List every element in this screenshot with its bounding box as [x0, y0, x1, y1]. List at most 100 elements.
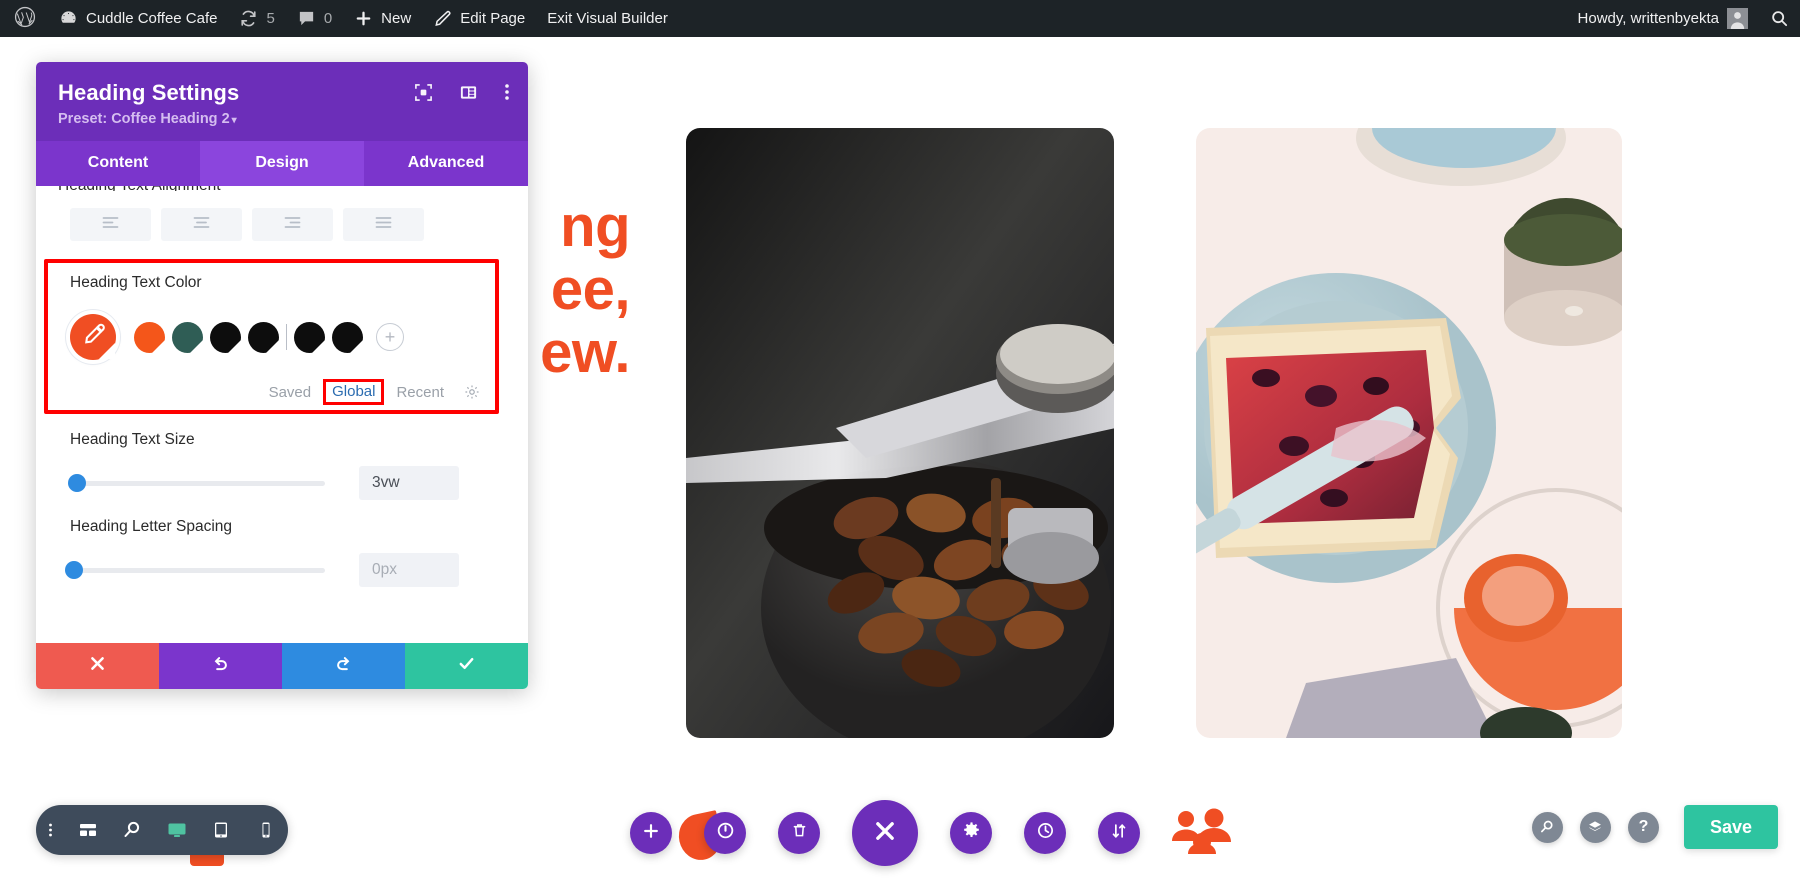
add-section-button[interactable]	[630, 812, 672, 854]
history-button[interactable]	[1024, 812, 1066, 854]
modal-header: Heading Settings Preset: Coffee Heading …	[36, 62, 528, 141]
updates-button[interactable]: 5	[228, 0, 285, 37]
tab-content[interactable]: Content	[36, 141, 200, 186]
swatch-divider	[286, 324, 287, 350]
alignment-button-group	[70, 208, 424, 241]
color-swatch-4[interactable]	[248, 321, 279, 353]
people-button[interactable]	[1172, 808, 1232, 859]
x-icon	[872, 818, 898, 849]
check-icon	[457, 654, 476, 678]
desktop-view-icon[interactable]	[167, 820, 187, 840]
search-circle-icon[interactable]	[1531, 811, 1563, 843]
zoom-view-icon[interactable]	[122, 820, 142, 840]
undo-button[interactable]	[159, 643, 282, 689]
sort-button[interactable]	[1098, 812, 1140, 854]
tab-advanced[interactable]: Advanced	[364, 141, 528, 186]
wireframe-view-icon[interactable]	[78, 820, 98, 840]
preset-selector[interactable]: Preset: Coffee Heading 2 ▾	[58, 111, 506, 127]
tab-design[interactable]: Design	[200, 141, 364, 186]
edit-page-button[interactable]: Edit Page	[422, 0, 536, 37]
exit-visual-builder-label: Exit Visual Builder	[547, 10, 668, 27]
chevron-down-icon: ▾	[231, 115, 237, 126]
toast-with-jam-photo	[1196, 128, 1622, 738]
account-menu[interactable]: Howdy, writtenbyekta	[1567, 0, 1759, 37]
align-right-icon	[284, 216, 301, 234]
focus-target-icon[interactable]	[414, 83, 433, 107]
heading-letter-spacing-input[interactable]: 0px	[359, 553, 459, 587]
eyedropper-icon	[81, 322, 106, 352]
close-builder-button[interactable]	[852, 800, 918, 866]
modal-tabs: Content Design Advanced	[36, 141, 528, 186]
dashboard-icon	[59, 9, 78, 28]
updates-count: 5	[266, 10, 275, 27]
help-circle-icon[interactable]: ?	[1627, 811, 1659, 843]
confirm-button[interactable]	[405, 643, 528, 689]
align-left-button[interactable]	[70, 208, 151, 241]
more-options-icon[interactable]	[504, 82, 510, 107]
color-swatch-5[interactable]	[294, 321, 325, 353]
color-swatch-row: +	[70, 314, 480, 360]
heading-text-color-section: Heading Text Color + Saved Global Recent	[70, 274, 480, 405]
wordpress-logo-icon	[14, 6, 36, 32]
sort-updown-icon	[1110, 822, 1128, 845]
heading-letter-spacing-slider[interactable]	[65, 561, 325, 579]
user-avatar-icon	[1727, 8, 1748, 29]
align-justify-button[interactable]	[343, 208, 424, 241]
power-toggle-button[interactable]	[704, 812, 746, 854]
heading-text-size-knob[interactable]	[68, 474, 86, 492]
site-name-button[interactable]: Cuddle Coffee Cafe	[48, 0, 228, 37]
new-label: New	[381, 10, 412, 27]
plus-circle-icon[interactable]: +	[376, 323, 404, 351]
redo-arrow-icon	[334, 654, 353, 678]
gear-icon	[962, 821, 981, 845]
howdy-label: Howdy, writtenbyekta	[1577, 10, 1719, 27]
heading-letter-spacing-label: Heading Letter Spacing	[70, 518, 233, 535]
wp-admin-bar: Cuddle Coffee Cafe 5 0 New Edit Page Exi…	[0, 0, 1800, 37]
color-swatch-3[interactable]	[210, 321, 241, 353]
edit-page-label: Edit Page	[460, 10, 526, 27]
heading-text-size-input[interactable]: 3vw	[359, 466, 459, 500]
admin-search-button[interactable]	[1759, 0, 1800, 37]
color-swatch-1[interactable]	[134, 321, 165, 353]
wordpress-logo-button[interactable]	[0, 0, 48, 37]
heading-text-size-slider[interactable]	[68, 474, 325, 492]
comments-button[interactable]: 0	[286, 0, 343, 37]
heading-text-color-label: Heading Text Color	[70, 274, 202, 291]
comment-bubble-icon	[297, 9, 316, 28]
undo-arrow-icon	[211, 654, 230, 678]
color-tab-global[interactable]: Global	[323, 379, 385, 405]
search-icon	[1770, 9, 1789, 28]
site-name-label: Cuddle Coffee Cafe	[86, 10, 218, 27]
pencil-icon	[433, 9, 452, 28]
view-mode-toolbar	[36, 805, 288, 855]
phone-view-icon[interactable]	[256, 820, 276, 840]
color-source-tabs: Saved Global Recent	[70, 379, 480, 405]
new-content-button[interactable]: New	[343, 0, 422, 37]
color-swatch-2[interactable]	[172, 321, 203, 353]
align-right-button[interactable]	[252, 208, 333, 241]
layers-circle-icon[interactable]	[1579, 811, 1611, 843]
color-tab-saved[interactable]: Saved	[260, 382, 321, 403]
save-button[interactable]: Save	[1683, 805, 1778, 849]
heading-text-size-label: Heading Text Size	[70, 431, 195, 448]
builder-screen: Cuddle Coffee Cafe 5 0 New Edit Page Exi…	[0, 0, 1800, 885]
tablet-view-icon[interactable]	[211, 820, 231, 840]
color-swatch-6[interactable]	[332, 321, 363, 353]
layout-panel-icon[interactable]	[459, 83, 478, 107]
color-tab-recent[interactable]: Recent	[387, 382, 453, 403]
modal-body: Heading Text Alignment	[36, 186, 528, 643]
active-color-swatch[interactable]	[70, 314, 116, 360]
heading-letter-spacing-knob[interactable]	[65, 561, 83, 579]
align-center-button[interactable]	[161, 208, 242, 241]
redo-button[interactable]	[282, 643, 405, 689]
comments-count: 0	[323, 10, 333, 27]
plus-icon	[354, 9, 373, 28]
heading-text-size-group: Heading Text Size 3vw	[68, 431, 480, 500]
cancel-button[interactable]	[36, 643, 159, 689]
x-icon	[89, 655, 106, 677]
gear-icon[interactable]	[464, 384, 480, 400]
exit-visual-builder-button[interactable]: Exit Visual Builder	[536, 0, 679, 37]
settings-button[interactable]	[950, 812, 992, 854]
more-vertical-icon[interactable]	[48, 820, 53, 840]
trash-button[interactable]	[778, 812, 820, 854]
